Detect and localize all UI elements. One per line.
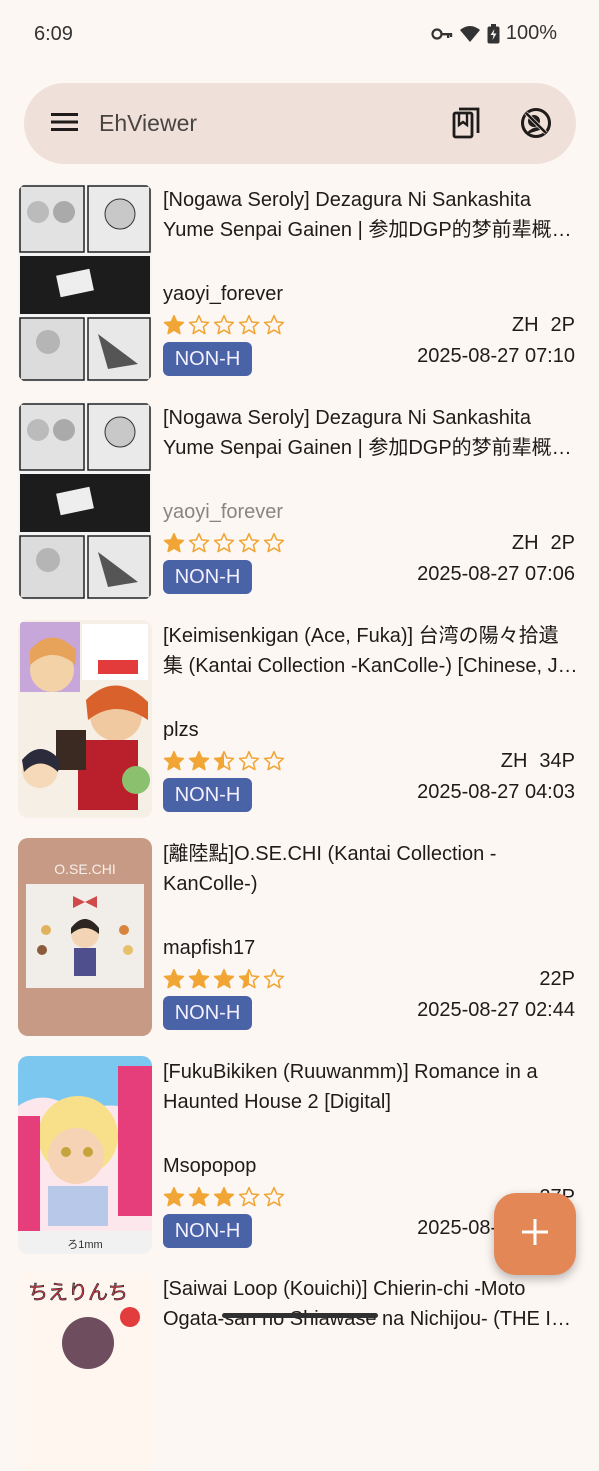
gallery-title: [Keimisenkigan (Ace, Fuka)] 台湾の陽々拾遺集 (Ka… [163, 625, 578, 677]
add-fab-button[interactable] [494, 1193, 576, 1275]
gallery-meta: ZH 2P [512, 314, 575, 337]
gallery-pages: 2P [550, 532, 575, 554]
gesture-navigation-bar[interactable] [222, 1313, 378, 1318]
gallery-rating [163, 1186, 285, 1208]
gallery-meta: ZH 34P [501, 750, 575, 773]
gallery-item[interactable]: [Keimisenkigan (Ace, Fuka)] 台湾の陽々拾遺集 (Ka… [0, 608, 599, 818]
category-badge: NON-H [163, 560, 252, 594]
gallery-pages: 2P [550, 314, 575, 336]
gallery-rating [163, 750, 285, 772]
rating-star-icon [188, 532, 210, 554]
gallery-thumbnail[interactable]: ちえりんち [18, 1273, 152, 1471]
gallery-uploader: plzs [163, 719, 199, 741]
rating-star-icon [163, 532, 185, 554]
gallery-title: [FukuBikiken (Ruuwanmm)] Romance in a Ha… [163, 1061, 538, 1113]
wifi-icon [459, 25, 481, 43]
gallery-thumbnail[interactable]: ろ1mm [18, 1056, 152, 1254]
gallery-meta: 22P [539, 968, 575, 991]
rating-star-icon [238, 532, 260, 554]
gallery-thumbnail[interactable]: O.SE.CHI [18, 838, 152, 1036]
gallery-uploader: Msopopop [163, 1155, 257, 1177]
rating-star-icon [188, 968, 210, 990]
plus-icon [520, 1217, 550, 1252]
gallery-title: [Nogawa Seroly] Dezagura Ni Sankashita Y… [163, 407, 572, 459]
rating-star-icon [213, 968, 235, 990]
gallery-date: 2025-08-27 04:03 [417, 781, 575, 803]
block-icon[interactable] [518, 105, 554, 141]
rating-star-icon [163, 750, 185, 772]
rating-star-icon [263, 968, 285, 990]
battery-charging-icon [487, 23, 500, 44]
rating-star-icon [163, 1186, 185, 1208]
thumbnail-cover-text: O.SE.CHI [54, 861, 115, 877]
rating-star-icon [213, 314, 235, 336]
category-badge: NON-H [163, 996, 252, 1030]
status-time: 6:09 [34, 23, 73, 45]
rating-star-icon [263, 1186, 285, 1208]
rating-star-icon [263, 750, 285, 772]
gallery-item[interactable]: O.SE.CHI [離陸點]O.SE.CHI (Kantai Collectio… [0, 826, 599, 1036]
rating-star-icon [263, 314, 285, 336]
rating-star-icon [238, 314, 260, 336]
gallery-language: ZH [511, 314, 539, 336]
rating-star-icon [213, 750, 235, 772]
gallery-rating [163, 532, 285, 554]
gallery-language: ZH [500, 750, 528, 772]
gallery-thumbnail[interactable] [18, 402, 152, 600]
menu-icon[interactable] [50, 107, 80, 137]
search-title[interactable]: EhViewer [99, 110, 197, 137]
gallery-uploader: mapfish17 [163, 937, 256, 959]
rating-star-icon [238, 750, 260, 772]
gallery-language: ZH [511, 532, 539, 554]
gallery-item[interactable]: [Nogawa Seroly] Dezagura Ni Sankashita Y… [0, 390, 599, 600]
rating-star-icon [238, 968, 260, 990]
vpn-key-icon [431, 27, 453, 41]
gallery-date: 2025-08-27 02:44 [417, 999, 575, 1021]
gallery-meta: ZH 2P [512, 532, 575, 555]
gallery-rating [163, 314, 285, 336]
category-badge: NON-H [163, 342, 252, 376]
rating-star-icon [163, 968, 185, 990]
category-badge: NON-H [163, 778, 252, 812]
gallery-item[interactable]: ちえりんち [Saiwai Loop (Kouichi)] Chierin-ch… [0, 1261, 599, 1471]
category-badge: NON-H [163, 1214, 252, 1248]
rating-star-icon [213, 1186, 235, 1208]
gallery-pages: 34P [539, 750, 575, 772]
gallery-thumbnail[interactable] [18, 620, 152, 818]
gallery-rating [163, 968, 285, 990]
rating-star-icon [263, 532, 285, 554]
rating-star-icon [188, 750, 210, 772]
gallery-title: [離陸點]O.SE.CHI (Kantai Collection -KanCol… [163, 843, 497, 895]
gallery-date: 2025-08-27 07:10 [417, 345, 575, 367]
gallery-thumbnail[interactable] [18, 184, 152, 382]
rating-star-icon [238, 1186, 260, 1208]
gallery-title: [Saiwai Loop (Kouichi)] Chierin-chi -Mot… [163, 1278, 571, 1330]
search-bar[interactable]: EhViewer [24, 83, 576, 164]
battery-level: 100% [505, 22, 557, 44]
bookmark-icon[interactable] [448, 105, 484, 141]
rating-star-icon [188, 1186, 210, 1208]
gallery-item[interactable]: [Nogawa Seroly] Dezagura Ni Sankashita Y… [0, 172, 599, 382]
rating-star-icon [163, 314, 185, 336]
gallery-pages: 22P [539, 968, 575, 990]
gallery-title: [Nogawa Seroly] Dezagura Ni Sankashita Y… [163, 189, 572, 241]
thumbnail-cover-text: ちえりんち [28, 1282, 128, 1304]
status-icons: 100% [431, 22, 557, 45]
gallery-date: 2025-08-27 07:06 [417, 563, 575, 585]
rating-star-icon [188, 314, 210, 336]
status-bar: 6:09 100% [0, 0, 599, 70]
gallery-uploader: yaoyi_forever [163, 501, 284, 523]
rating-star-icon [213, 532, 235, 554]
thumbnail-cover-text: ろ1mm [67, 1239, 102, 1251]
gallery-uploader: yaoyi_forever [163, 283, 284, 305]
